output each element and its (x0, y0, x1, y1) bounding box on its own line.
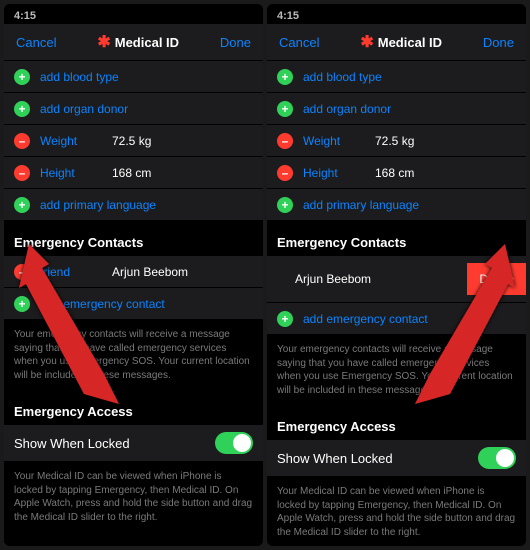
plus-icon[interactable]: + (277, 311, 293, 327)
height-label: Height (40, 166, 112, 180)
page-title-text: Medical ID (378, 35, 442, 50)
phone-left: 4:15 Cancel ✱ Medical ID Done + add bloo… (4, 4, 263, 546)
emergency-access-header: Emergency Access (4, 390, 263, 425)
weight-value: 72.5 kg (112, 134, 151, 148)
status-bar: 4:15 (4, 4, 263, 24)
show-when-locked-row: Show When Locked (4, 425, 263, 462)
add-language-row[interactable]: + add primary language (4, 189, 263, 221)
add-blood-label: add blood type (40, 70, 119, 84)
minus-icon[interactable]: – (277, 133, 293, 149)
header: Cancel ✱ Medical ID Done (4, 24, 263, 61)
cancel-button[interactable]: Cancel (16, 35, 56, 50)
contact-name: Arjun Beebom (112, 265, 188, 279)
weight-value: 72.5 kg (375, 134, 414, 148)
height-value: 168 cm (375, 166, 414, 180)
add-language-row[interactable]: + add primary language (267, 189, 526, 221)
access-footer: Your Medical ID can be viewed when iPhon… (4, 462, 263, 532)
contact-row[interactable]: – friend Arjun Beebom (4, 256, 263, 288)
page-title-text: Medical ID (115, 35, 179, 50)
status-time: 4:15 (277, 10, 299, 22)
weight-label: Weight (40, 134, 112, 148)
add-blood-type-row[interactable]: + add blood type (4, 61, 263, 93)
minus-icon[interactable]: – (277, 165, 293, 181)
contact-name: Arjun Beebom (277, 272, 371, 286)
plus-icon[interactable]: + (14, 69, 30, 85)
show-locked-toggle[interactable] (478, 447, 516, 469)
content: + add blood type + add organ donor – Wei… (4, 61, 263, 546)
plus-icon[interactable]: + (14, 296, 30, 312)
weight-row[interactable]: – Weight 72.5 kg (267, 125, 526, 157)
plus-icon[interactable]: + (14, 197, 30, 213)
plus-icon[interactable]: + (277, 101, 293, 117)
delete-contact-button[interactable]: Delete (467, 263, 526, 295)
plus-icon[interactable]: + (277, 197, 293, 213)
weight-label: Weight (303, 134, 375, 148)
add-organ-label: add organ donor (303, 102, 391, 116)
contacts-footer: Your emergency contacts will receive a m… (267, 335, 526, 405)
contact-row-swiped[interactable]: Arjun Beebom Delete (267, 256, 526, 303)
show-locked-toggle[interactable] (215, 432, 253, 454)
add-organ-donor-row[interactable]: + add organ donor (267, 93, 526, 125)
cancel-button[interactable]: Cancel (279, 35, 319, 50)
add-organ-donor-row[interactable]: + add organ donor (4, 93, 263, 125)
contacts-footer: Your emergency contacts will receive a m… (4, 320, 263, 390)
page-title: ✱ Medical ID (360, 32, 442, 52)
done-button[interactable]: Done (483, 35, 514, 50)
show-locked-label: Show When Locked (14, 436, 130, 451)
access-footer: Your Medical ID can be viewed when iPhon… (267, 477, 526, 546)
done-button[interactable]: Done (220, 35, 251, 50)
show-when-locked-row: Show When Locked (267, 440, 526, 477)
content: + add blood type + add organ donor – Wei… (267, 61, 526, 546)
height-row[interactable]: – Height 168 cm (4, 157, 263, 189)
plus-icon[interactable]: + (277, 69, 293, 85)
emergency-contacts-header: Emergency Contacts (267, 221, 526, 256)
phone-right: 4:15 Cancel ✱ Medical ID Done + add bloo… (267, 4, 526, 546)
add-blood-type-row[interactable]: + add blood type (267, 61, 526, 93)
emergency-contacts-header: Emergency Contacts (4, 221, 263, 256)
minus-icon[interactable]: – (14, 165, 30, 181)
minus-icon[interactable]: – (14, 264, 30, 280)
height-row[interactable]: – Height 168 cm (267, 157, 526, 189)
weight-row[interactable]: – Weight 72.5 kg (4, 125, 263, 157)
add-contact-row[interactable]: + add emergency contact (4, 288, 263, 320)
page-title: ✱ Medical ID (97, 32, 179, 52)
emergency-access-header: Emergency Access (267, 405, 526, 440)
add-blood-label: add blood type (303, 70, 382, 84)
add-lang-label: add primary language (303, 198, 419, 212)
medical-asterisk-icon: ✱ (360, 32, 373, 52)
plus-icon[interactable]: + (14, 101, 30, 117)
contact-relation: friend (40, 265, 112, 279)
add-organ-label: add organ donor (40, 102, 128, 116)
minus-icon[interactable]: – (14, 133, 30, 149)
status-bar: 4:15 (267, 4, 526, 24)
height-value: 168 cm (112, 166, 151, 180)
add-contact-row[interactable]: + add emergency contact (267, 303, 526, 335)
add-contact-label: add emergency contact (303, 312, 428, 326)
add-lang-label: add primary language (40, 198, 156, 212)
medical-asterisk-icon: ✱ (97, 32, 110, 52)
add-contact-label: add emergency contact (40, 297, 165, 311)
height-label: Height (303, 166, 375, 180)
status-time: 4:15 (14, 10, 36, 22)
show-locked-label: Show When Locked (277, 451, 393, 466)
header: Cancel ✱ Medical ID Done (267, 24, 526, 61)
